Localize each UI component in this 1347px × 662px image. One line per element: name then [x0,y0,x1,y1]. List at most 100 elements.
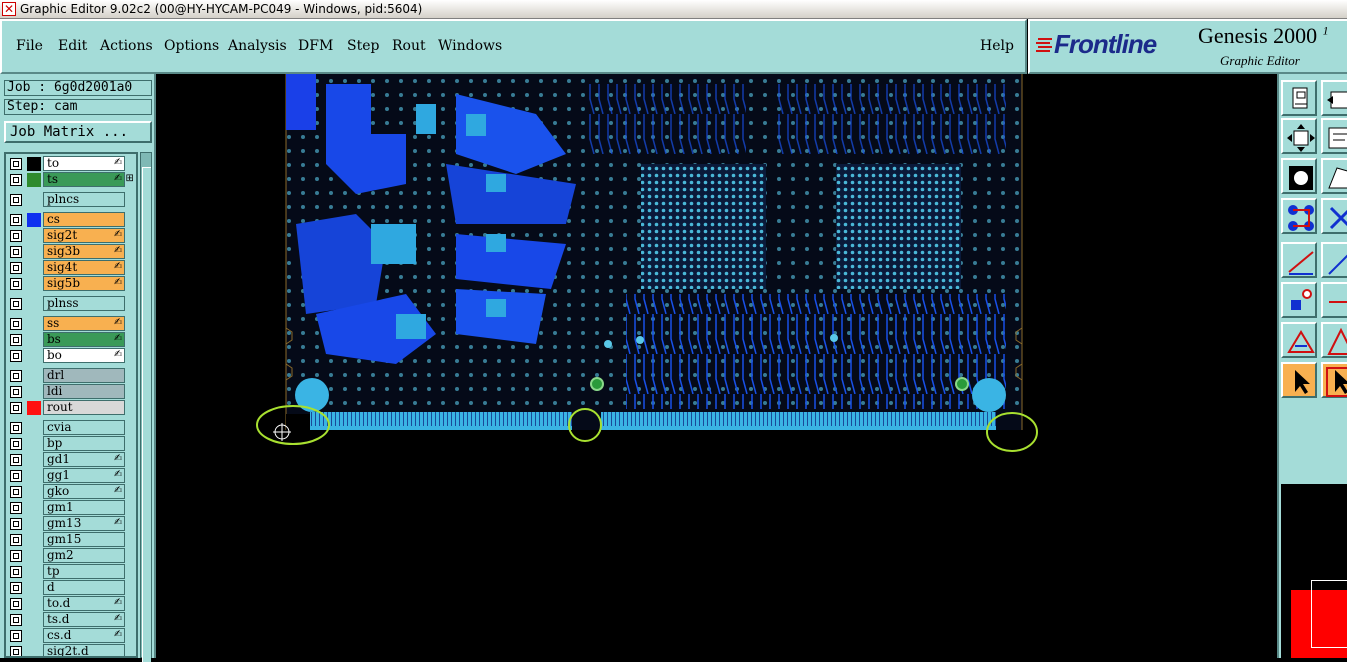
layer-name[interactable]: bs [43,332,125,347]
pointer-select-tool-button[interactable] [1321,362,1347,398]
layer-checkbox[interactable] [10,334,22,346]
layer-checkbox[interactable] [10,402,22,414]
layer-row-cvia[interactable]: cvia [6,420,136,436]
layer-row-ss[interactable]: ss ✍ [6,316,136,332]
layer-name[interactable]: gg1 [43,468,125,483]
layer-row-gg1[interactable]: gg1 ✍ [6,468,136,484]
layer-row-sig2t-d[interactable]: sig2t.d [6,644,136,656]
move-window-tool-button[interactable] [1321,80,1347,116]
polygon-tool-button[interactable] [1321,158,1347,194]
layer-checkbox[interactable] [10,262,22,274]
layer-name[interactable]: bo [43,348,125,363]
layer-row-cs-d[interactable]: cs.d ✍ [6,628,136,644]
connect-tool-button[interactable] [1281,198,1317,234]
layer-row-ts-d[interactable]: ts.d ✍ [6,612,136,628]
layer-name[interactable]: bp [43,436,125,451]
layer-color-swatch[interactable] [27,549,41,563]
layer-name[interactable]: sig4t [43,260,125,275]
layer-checkbox[interactable] [10,298,22,310]
menu-actions[interactable]: Actions [100,38,153,54]
layer-checkbox[interactable] [10,318,22,330]
menu-analysis[interactable]: Analysis [228,38,287,54]
layer-name[interactable]: gm13 [43,516,125,531]
layer-name[interactable]: cs [43,212,125,227]
layer-row-plnss[interactable]: plnss [6,296,136,312]
layer-checkbox[interactable] [10,630,22,642]
layer-checkbox[interactable] [10,278,22,290]
layer-name[interactable]: to [43,156,125,171]
layer-checkbox[interactable] [10,566,22,578]
layer-checkbox[interactable] [10,438,22,450]
layer-name[interactable]: plncs [43,192,125,207]
layer-row-plncs[interactable]: plncs [6,192,136,208]
layer-row-gko[interactable]: gko ✍ [6,484,136,500]
job-matrix-button[interactable]: Job Matrix ... [4,121,152,143]
layer-color-swatch[interactable] [27,277,41,291]
layer-row-cs[interactable]: cs [6,212,136,228]
layer-row-ts[interactable]: ts ✍ ⊞ [6,172,136,188]
layer-checkbox[interactable] [10,646,22,656]
triangle-tool-button[interactable] [1281,322,1317,358]
menu-edit[interactable]: Edit [58,38,87,54]
layer-color-swatch[interactable] [27,385,41,399]
layer-color-swatch[interactable] [27,533,41,547]
layer-name[interactable]: drl [43,368,125,383]
layer-name[interactable]: to.d [43,596,125,611]
layer-checkbox[interactable] [10,370,22,382]
layer-row-to-d[interactable]: to.d ✍ [6,596,136,612]
layer-checkbox[interactable] [10,158,22,170]
layer-name[interactable]: sig5b [43,276,125,291]
layer-checkbox[interactable] [10,582,22,594]
layer-color-swatch[interactable] [27,437,41,451]
layer-color-swatch[interactable] [27,333,41,347]
menu-options[interactable]: Options [164,38,219,54]
layer-row-rout[interactable]: rout [6,400,136,416]
layer-row-to[interactable]: to ✍ [6,156,136,172]
menu-help[interactable]: Help [980,38,1014,54]
layer-name[interactable]: ts.d [43,612,125,627]
layer-color-swatch[interactable] [27,401,41,415]
layer-row-d[interactable]: d [6,580,136,596]
layer-name[interactable]: gm1 [43,500,125,515]
line-red-tool-button[interactable] [1321,282,1347,318]
pointer-tool-button[interactable] [1281,362,1317,398]
layer-color-swatch[interactable] [27,261,41,275]
layer-color-swatch[interactable] [27,629,41,643]
layer-row-bs[interactable]: bs ✍ [6,332,136,348]
layer-list-scrollbar[interactable] [140,152,152,662]
navigator-minimap[interactable] [1281,484,1347,658]
layer-row-drl[interactable]: drl [6,368,136,384]
layer-row-bp[interactable]: bp [6,436,136,452]
layer-color-swatch[interactable] [27,173,41,187]
layer-name[interactable]: ts [43,172,125,187]
layer-color-swatch[interactable] [27,581,41,595]
layer-checkbox[interactable] [10,350,22,362]
cross-tool-button[interactable] [1321,198,1347,234]
layer-checkbox[interactable] [10,422,22,434]
layer-row-bo[interactable]: bo ✍ [6,348,136,364]
layer-name[interactable]: plnss [43,296,125,311]
layer-row-sig5b[interactable]: sig5b ✍ [6,276,136,292]
layer-name[interactable]: ldi [43,384,125,399]
select-red-tool-button[interactable] [1281,282,1317,318]
layer-color-swatch[interactable] [27,349,41,363]
layer-color-swatch[interactable] [27,469,41,483]
layer-name[interactable]: gm15 [43,532,125,547]
layer-color-swatch[interactable] [27,613,41,627]
line-diag-tool-button[interactable] [1321,242,1347,278]
layer-color-swatch[interactable] [27,421,41,435]
line-tool-button[interactable] [1281,242,1317,278]
layer-row-gd1[interactable]: gd1 ✍ [6,452,136,468]
menu-file[interactable]: File [16,38,43,54]
layer-checkbox[interactable] [10,194,22,206]
layer-name[interactable]: rout [43,400,125,415]
layer-name[interactable]: sig3b [43,244,125,259]
layer-color-swatch[interactable] [27,485,41,499]
layer-row-gm2[interactable]: gm2 [6,548,136,564]
layer-color-swatch[interactable] [27,565,41,579]
layer-checkbox[interactable] [10,550,22,562]
layer-name[interactable]: gd1 [43,452,125,467]
layer-name[interactable]: sig2t [43,228,125,243]
properties-tool-button[interactable] [1321,118,1347,154]
layer-row-gm1[interactable]: gm1 [6,500,136,516]
